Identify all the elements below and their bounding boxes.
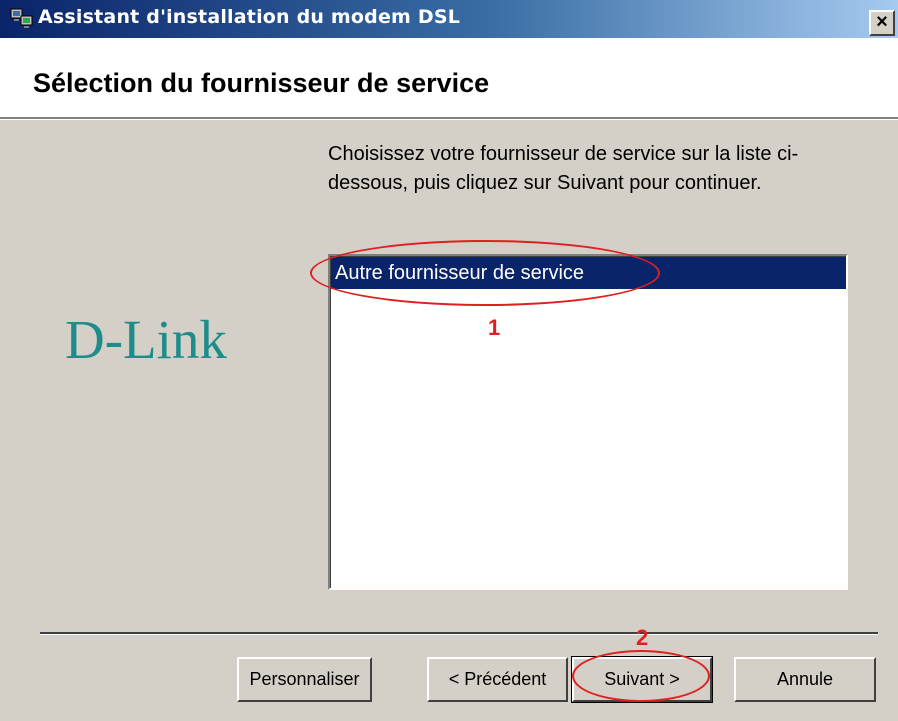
- provider-listbox[interactable]: Autre fournisseur de service: [328, 254, 848, 590]
- back-button[interactable]: < Précédent: [427, 657, 568, 702]
- close-button[interactable]: ×: [869, 10, 895, 36]
- annotation-ellipse-2: [572, 650, 710, 702]
- close-icon: ×: [876, 11, 888, 33]
- footer-separator: [40, 632, 878, 635]
- annotation-number-1: 1: [488, 315, 501, 340]
- page-title: Sélection du fournisseur de service: [33, 68, 490, 98]
- annotation-ellipse-1: [310, 240, 660, 306]
- provider-list: Autre fournisseur de service: [330, 256, 846, 588]
- annotation-number-2: 2: [636, 625, 649, 650]
- network-computer-icon: [10, 7, 34, 29]
- cancel-button[interactable]: Annule: [734, 657, 876, 702]
- title-bar: Assistant d'installation du modem DSL: [0, 0, 898, 38]
- header-divider: [0, 117, 898, 120]
- brand-logo: D-Link: [65, 309, 227, 370]
- customize-button[interactable]: Personnaliser: [237, 657, 372, 702]
- instructions-text: Choisissez votre fournisseur de service …: [328, 143, 799, 194]
- window-title: Assistant d'installation du modem DSL: [38, 6, 461, 28]
